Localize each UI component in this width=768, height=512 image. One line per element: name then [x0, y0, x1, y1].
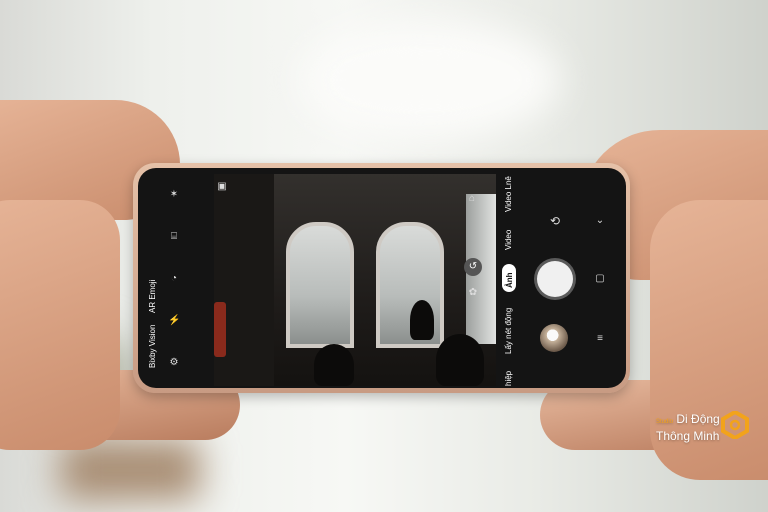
menu-icon[interactable]: ≡: [594, 334, 606, 344]
watermark-line2: Thông Minh: [656, 429, 720, 443]
watermark-logo-text: Studio Di Động Thông Minh: [656, 412, 720, 443]
home-icon[interactable]: ⌂: [466, 194, 478, 204]
mode-video-lnê[interactable]: Video Lnê: [504, 176, 513, 212]
settings-icon[interactable]: ⚙: [168, 358, 180, 368]
left-hand-palm: [0, 200, 120, 450]
square-icon[interactable]: ▢: [594, 274, 606, 284]
filter-icon[interactable]: ✿: [467, 288, 479, 298]
live-focus-icon[interactable]: ↺: [464, 258, 482, 276]
mode-photo[interactable]: Ảnh: [505, 272, 514, 288]
person-silhouette-right: [436, 334, 484, 386]
flash-icon[interactable]: ⚡: [168, 316, 180, 326]
mode-video[interactable]: Video: [504, 230, 513, 250]
camera-viewfinder[interactable]: ▣: [214, 174, 496, 386]
watermark-line1: Di Động: [676, 412, 720, 426]
ar-emoji-label[interactable]: AR Emoji: [148, 280, 157, 313]
timer-icon[interactable]: ◔: [168, 274, 180, 284]
mode-more[interactable]: hiệp: [504, 371, 513, 386]
watermark-studio: Studio: [656, 419, 674, 425]
hdr-icon[interactable]: ▣: [216, 182, 228, 192]
bixby-vision-label[interactable]: Bixby Vision: [148, 325, 157, 368]
person-silhouette-window: [410, 300, 434, 340]
mode-live-focus[interactable]: Lấy nét động: [504, 308, 513, 354]
gallery-thumbnail[interactable]: [540, 324, 568, 352]
magic-wand-icon[interactable]: ✶: [168, 190, 180, 200]
bg-window-blur: [300, 20, 560, 140]
switch-camera-icon[interactable]: ⟲: [549, 215, 561, 227]
shutter-button[interactable]: [537, 261, 573, 297]
arch-window-left: [286, 222, 354, 348]
phone-screen: ✶ ⌸ ◔ ⚡ ⚙ Bixby Vision AR Emoji ▣ ⌂ ↺ ✿ …: [138, 168, 626, 388]
red-chair: [214, 302, 226, 357]
scan-icon[interactable]: ⌸: [168, 232, 180, 242]
person-silhouette-foreground: [314, 344, 354, 386]
chevron-down-icon[interactable]: ⌄: [594, 216, 606, 226]
watermark-hexagon-icon: [721, 411, 749, 439]
